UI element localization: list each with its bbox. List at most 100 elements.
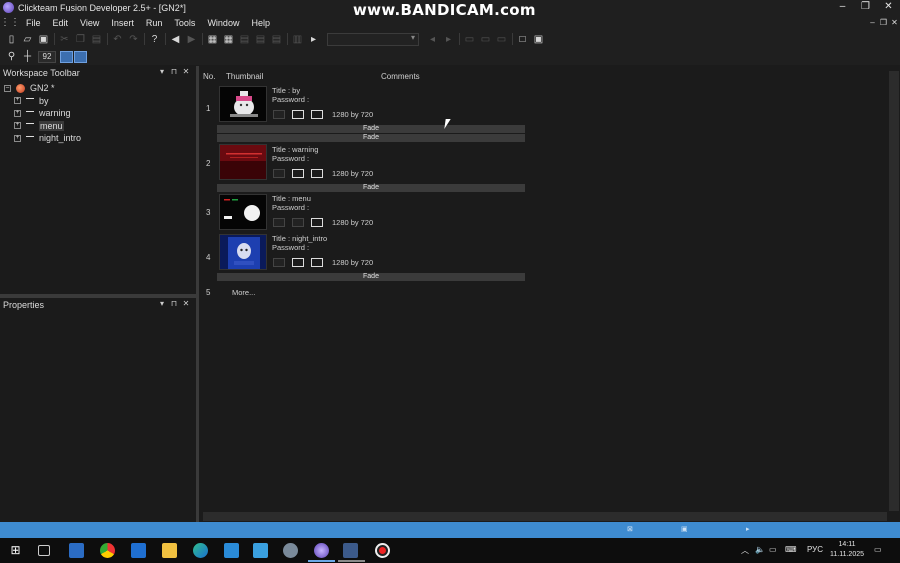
panel-close-icon[interactable]: ✕: [180, 67, 192, 76]
save-icon[interactable]: ▣: [38, 34, 49, 45]
fusion-taskbar-icon[interactable]: [314, 543, 329, 558]
notifications-icon[interactable]: ▭: [874, 545, 882, 554]
menu-edit[interactable]: Edit: [47, 18, 75, 28]
close-button[interactable]: ✕: [877, 0, 900, 15]
snap-toggle-button[interactable]: [74, 50, 87, 63]
next-icon[interactable]: ▸: [443, 34, 454, 45]
forward-icon[interactable]: ▶: [186, 34, 197, 45]
script-icon[interactable]: ▥: [292, 34, 303, 45]
fade-out-icon[interactable]: [292, 169, 304, 178]
transition-out-1[interactable]: Fade: [217, 125, 525, 133]
app-icon-blue[interactable]: [224, 543, 239, 558]
menu-help[interactable]: Help: [245, 18, 276, 28]
paste-icon[interactable]: ▤: [91, 34, 102, 45]
grid-toggle-button[interactable]: [60, 50, 73, 63]
task-view-icon[interactable]: [38, 545, 50, 556]
align-icon[interactable]: ▭: [464, 34, 475, 45]
language-indicator[interactable]: РУС: [807, 545, 823, 554]
frame-thumbnail-by[interactable]: [219, 86, 267, 122]
panel-pin-icon[interactable]: ⊓: [168, 299, 180, 308]
expand-icon[interactable]: +: [14, 122, 21, 130]
frame-height[interactable]: 720: [361, 218, 374, 227]
collapse-icon[interactable]: –: [4, 84, 11, 92]
store-icon[interactable]: [69, 543, 84, 558]
frame-view-icon[interactable]: ▦: [223, 34, 234, 45]
new-file-icon[interactable]: ▯: [6, 34, 17, 45]
mdi-restore-icon[interactable]: ❐: [878, 15, 889, 30]
horizontal-scrollbar[interactable]: [203, 512, 887, 521]
group-icon[interactable]: ▭: [480, 34, 491, 45]
fade-out-icon[interactable]: [292, 218, 304, 227]
help-icon[interactable]: ?: [149, 34, 160, 45]
menu-insert[interactable]: Insert: [105, 18, 140, 28]
panel-pin-icon[interactable]: ⊓: [168, 67, 180, 76]
windows-start-icon[interactable]: ⊞: [8, 543, 23, 558]
chrome-icon[interactable]: [100, 543, 115, 558]
tray-chevron-icon[interactable]: ︿: [741, 545, 749, 556]
menu-tools[interactable]: Tools: [168, 18, 201, 28]
vertical-scrollbar[interactable]: [889, 71, 899, 511]
frame-thumbnail-night-intro[interactable]: [219, 234, 267, 270]
back-icon[interactable]: ◀: [170, 34, 181, 45]
zoom-icon[interactable]: ⚲: [6, 51, 17, 62]
menu-run[interactable]: Run: [140, 18, 169, 28]
tree-item-warning[interactable]: + warning: [4, 107, 196, 120]
keyboard-icon[interactable]: ⌨: [785, 545, 797, 554]
panel-close-icon[interactable]: ✕: [180, 299, 192, 308]
fade-out-icon[interactable]: [292, 110, 304, 119]
fade-in-icon[interactable]: [273, 169, 285, 178]
frame-size-icon[interactable]: [311, 110, 323, 119]
open-folder-icon[interactable]: ▱: [22, 34, 33, 45]
storyboard-view-icon[interactable]: ▦: [207, 34, 218, 45]
data-elements-icon[interactable]: ▤: [271, 34, 282, 45]
transition-out-4[interactable]: Fade: [217, 273, 525, 281]
redo-icon[interactable]: ↷: [128, 34, 139, 45]
minimize-button[interactable]: –: [831, 0, 854, 15]
frame-width[interactable]: 1280: [332, 218, 349, 227]
settings-app-icon[interactable]: [283, 543, 298, 558]
fade-in-icon[interactable]: [273, 110, 285, 119]
menu-window[interactable]: Window: [201, 18, 245, 28]
tree-item-night-intro[interactable]: + night_intro: [4, 132, 196, 145]
frame-height[interactable]: 720: [361, 258, 374, 267]
fade-out-icon[interactable]: [292, 258, 304, 267]
event-editor-icon[interactable]: ▤: [239, 34, 250, 45]
frame-size-icon[interactable]: [311, 258, 323, 267]
tree-item-by[interactable]: + by: [4, 95, 196, 108]
fullscreen-icon[interactable]: ▣: [533, 34, 544, 45]
layer-icon[interactable]: ▭: [496, 34, 507, 45]
frame-thumbnail-menu[interactable]: [219, 194, 267, 230]
editor-taskbar-icon[interactable]: [343, 543, 358, 558]
zoom-slider-icon[interactable]: ┼: [22, 51, 33, 62]
tree-item-menu[interactable]: + menu: [4, 120, 196, 133]
panel-menu-icon[interactable]: ▾: [156, 67, 168, 76]
expand-icon[interactable]: +: [14, 97, 21, 105]
frame-height[interactable]: 720: [361, 169, 374, 178]
frame-height[interactable]: 720: [361, 110, 374, 119]
transition-in-2[interactable]: Fade: [217, 134, 525, 142]
ribbon-toggle-icon[interactable]: ⋮⋮: [0, 17, 20, 28]
panel-menu-icon[interactable]: ▾: [156, 299, 168, 308]
frame-size-icon[interactable]: □: [517, 34, 528, 45]
mdi-close-icon[interactable]: ✕: [889, 15, 900, 30]
volume-icon[interactable]: 🔈: [755, 545, 765, 554]
frame-size-icon[interactable]: [311, 169, 323, 178]
edge-icon[interactable]: [193, 543, 208, 558]
frame-size-icon[interactable]: [311, 218, 323, 227]
expand-icon[interactable]: +: [14, 109, 21, 117]
more-frames-link[interactable]: More...: [232, 288, 255, 297]
expand-icon[interactable]: +: [14, 134, 21, 142]
prev-icon[interactable]: ◂: [427, 34, 438, 45]
undo-icon[interactable]: ↶: [112, 34, 123, 45]
copy-icon[interactable]: ❐: [75, 34, 86, 45]
event-list-icon[interactable]: ▤: [255, 34, 266, 45]
zoom-input[interactable]: 92: [38, 50, 56, 63]
file-explorer-icon[interactable]: [162, 543, 177, 558]
mdi-minimize-icon[interactable]: –: [867, 15, 878, 30]
maximize-button[interactable]: ❐: [854, 0, 877, 15]
run-icon[interactable]: ▸: [308, 34, 319, 45]
cut-icon[interactable]: ✂: [59, 34, 70, 45]
frame-width[interactable]: 1280: [332, 169, 349, 178]
system-clock[interactable]: 14:11 11.11.2025: [830, 540, 864, 560]
frame-thumbnail-warning[interactable]: [219, 144, 267, 180]
